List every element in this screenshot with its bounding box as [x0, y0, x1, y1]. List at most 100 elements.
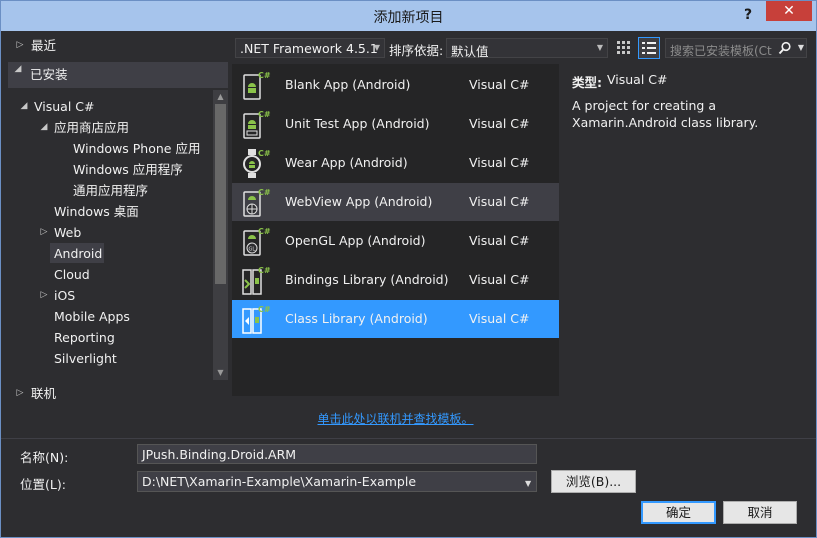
- tree-item-universal-apps[interactable]: 通用应用程序: [73, 180, 148, 201]
- tree-item-label: iOS: [54, 288, 76, 303]
- template-name: Wear App (Android): [285, 155, 408, 170]
- location-label: 位置(L):: [20, 477, 66, 492]
- svg-text:C#: C#: [258, 110, 271, 119]
- tree-item-reporting[interactable]: Reporting: [54, 327, 115, 348]
- tree-item-label: Windows 应用程序: [73, 162, 183, 177]
- tree-item-label: 最近: [31, 38, 57, 53]
- template-row-webview-app[interactable]: C# WebView App (Android) Visual C#: [232, 183, 559, 221]
- tree-item-label: 应用商店应用: [54, 120, 130, 135]
- chevron-down-icon[interactable]: ▼: [798, 43, 804, 52]
- search-placeholder: 搜索已安装模板(Ct: [670, 44, 772, 58]
- scrollbar-thumb[interactable]: [215, 104, 226, 284]
- tree-item-label: Windows 桌面: [54, 204, 139, 219]
- tree-item-label: 已安装: [30, 67, 68, 82]
- help-button[interactable]: ?: [738, 5, 758, 25]
- tree-item-label: Silverlight: [54, 351, 117, 366]
- list-view-icon[interactable]: [638, 37, 660, 59]
- svg-text:C#: C#: [258, 188, 271, 197]
- dialog-title: 添加新项目: [373, 10, 444, 26]
- tree-item-label: Windows Phone 应用: [73, 141, 201, 156]
- template-row-blank-app[interactable]: C# Blank App (Android) Visual C#: [232, 66, 559, 104]
- android-webview-icon: C#: [240, 186, 272, 218]
- template-row-wear-app[interactable]: C# Wear App (Android) Visual C#: [232, 144, 559, 182]
- tree-item-label: Visual C#: [34, 99, 95, 114]
- title-bar: 添加新项目 ? ✕: [1, 1, 816, 31]
- android-class-library-icon: C#: [240, 303, 272, 335]
- svg-text:C#: C#: [258, 305, 271, 314]
- info-type-label: 类型:: [572, 75, 602, 90]
- expand-arrow-icon[interactable]: ▷: [14, 35, 26, 56]
- svg-text:C#: C#: [258, 149, 271, 158]
- tree-item-windows-apps[interactable]: Windows 应用程序: [73, 159, 183, 180]
- template-language: Visual C#: [469, 194, 530, 209]
- browse-button[interactable]: 浏览(B)...: [551, 470, 636, 493]
- tree-item-mobile-apps[interactable]: Mobile Apps: [54, 306, 130, 327]
- chevron-down-icon: ▼: [373, 43, 380, 52]
- name-label: 名称(N):: [20, 450, 69, 465]
- framework-value: .NET Framework 4.5.1: [240, 41, 378, 56]
- tree-item-installed[interactable]: ◢ 已安装: [8, 62, 228, 88]
- template-language: Visual C#: [469, 155, 530, 170]
- sort-dropdown[interactable]: 默认值 ▼: [446, 38, 608, 59]
- template-language: Visual C#: [469, 272, 530, 287]
- collapse-arrow-icon[interactable]: ◢: [12, 64, 24, 85]
- tree-item-windows-phone[interactable]: Windows Phone 应用: [73, 138, 200, 159]
- template-name: OpenGL App (Android): [285, 233, 426, 248]
- template-row-opengl-app[interactable]: GL C# OpenGL App (Android) Visual C#: [232, 222, 559, 260]
- svg-text:C#: C#: [258, 266, 271, 275]
- sort-value: 默认值: [451, 44, 489, 59]
- framework-dropdown[interactable]: .NET Framework 4.5.1 ▼: [235, 38, 385, 58]
- template-language: Visual C#: [469, 233, 530, 248]
- svg-text:C#: C#: [258, 227, 271, 236]
- tree-item-label: Reporting: [54, 330, 115, 345]
- tree-item-label: Android: [54, 246, 103, 261]
- template-name: Class Library (Android): [285, 311, 428, 326]
- template-list: C# Blank App (Android) Visual C# C# Unit…: [232, 64, 559, 396]
- expand-arrow-icon[interactable]: ▷: [14, 383, 26, 404]
- search-icon[interactable]: [778, 41, 792, 55]
- tree-item-cloud[interactable]: Cloud: [54, 264, 90, 285]
- tree-item-label: 通用应用程序: [73, 183, 149, 198]
- cancel-button[interactable]: 取消: [723, 501, 797, 524]
- tree-item-silverlight[interactable]: Silverlight: [54, 348, 117, 369]
- template-description: A project for creating a Xamarin.Android…: [572, 98, 759, 130]
- template-language: Visual C#: [469, 311, 530, 326]
- android-bindings-library-icon: C#: [240, 264, 272, 296]
- info-type-value: Visual C#: [607, 72, 668, 87]
- template-name: Blank App (Android): [285, 77, 411, 92]
- tree-item-label: 联机: [31, 386, 57, 401]
- scroll-up-icon[interactable]: ▲: [213, 90, 228, 104]
- location-field[interactable]: D:\NET\Xamarin-Example\Xamarin-Example: [137, 471, 537, 492]
- tree-item-android[interactable]: Android: [54, 243, 102, 264]
- template-name: Unit Test App (Android): [285, 116, 430, 131]
- template-row-bindings-library[interactable]: C# Bindings Library (Android) Visual C#: [232, 261, 559, 299]
- sort-label: 排序依据:: [389, 43, 444, 58]
- grid-view-icon[interactable]: [614, 38, 634, 58]
- expand-arrow-icon[interactable]: ▷: [38, 222, 50, 243]
- collapse-arrow-icon[interactable]: ◢: [38, 117, 50, 138]
- expand-arrow-icon[interactable]: ▷: [38, 285, 50, 306]
- svg-text:C#: C#: [258, 71, 271, 80]
- tree-item-label: Web: [54, 225, 82, 240]
- template-row-class-library[interactable]: C# Class Library (Android) Visual C#: [232, 300, 559, 338]
- scroll-down-icon[interactable]: ▼: [213, 366, 228, 380]
- template-language: Visual C#: [469, 116, 530, 131]
- chevron-down-icon: ▼: [596, 43, 603, 52]
- tree-item-label: Mobile Apps: [54, 309, 130, 324]
- template-language: Visual C#: [469, 77, 530, 92]
- template-name: Bindings Library (Android): [285, 272, 449, 287]
- close-button[interactable]: ✕: [766, 1, 812, 21]
- android-blank-app-icon: C#: [240, 69, 272, 101]
- collapse-arrow-icon[interactable]: ◢: [18, 96, 30, 117]
- tree-item-windows-desktop[interactable]: Windows 桌面: [54, 201, 139, 222]
- ok-button[interactable]: 确定: [641, 501, 716, 524]
- name-field[interactable]: JPush.Binding.Droid.ARM: [137, 444, 537, 464]
- find-templates-online-link[interactable]: 单击此处以联机并查找模板。: [232, 410, 559, 427]
- search-input[interactable]: 搜索已安装模板(Ct ▼: [665, 38, 807, 58]
- android-opengl-icon: GL C#: [240, 225, 272, 257]
- chevron-down-icon[interactable]: ▼: [525, 479, 531, 488]
- android-unit-test-icon: C#: [240, 108, 272, 140]
- template-name: WebView App (Android): [285, 194, 433, 209]
- template-row-unit-test-app[interactable]: C# Unit Test App (Android) Visual C#: [232, 105, 559, 143]
- svg-text:GL: GL: [249, 247, 256, 253]
